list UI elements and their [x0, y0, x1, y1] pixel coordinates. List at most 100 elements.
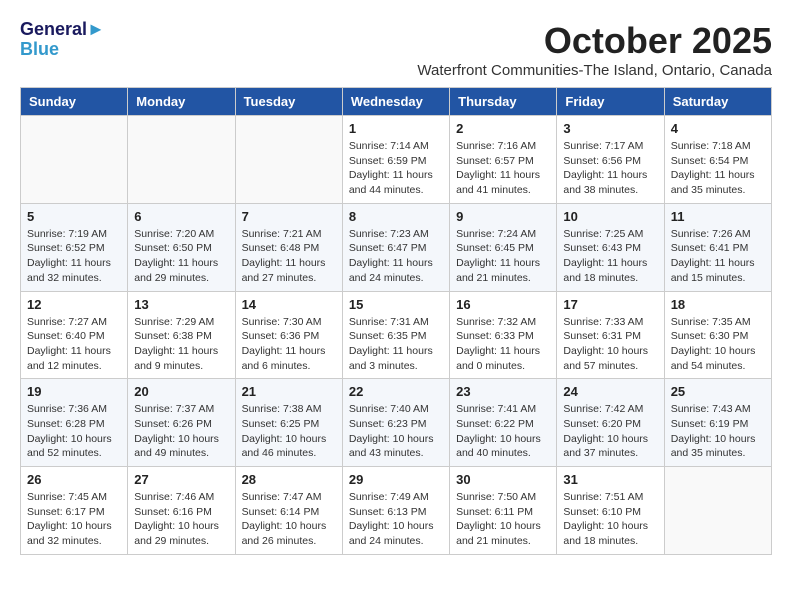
calendar-cell: 4 Sunrise: 7:18 AM Sunset: 6:54 PM Daylig… [664, 116, 771, 204]
day-number: 30 [456, 472, 550, 487]
day-number: 12 [27, 297, 121, 312]
calendar-cell: 8 Sunrise: 7:23 AM Sunset: 6:47 PM Daylig… [342, 203, 449, 291]
day-number: 24 [563, 384, 657, 399]
day-info: Sunrise: 7:41 AM Sunset: 6:22 PM Dayligh… [456, 402, 550, 461]
weekday-header-tuesday: Tuesday [235, 88, 342, 116]
day-info: Sunrise: 7:45 AM Sunset: 6:17 PM Dayligh… [27, 490, 121, 549]
day-info: Sunrise: 7:26 AM Sunset: 6:41 PM Dayligh… [671, 227, 765, 286]
day-number: 22 [349, 384, 443, 399]
calendar-cell: 28 Sunrise: 7:47 AM Sunset: 6:14 PM Dayli… [235, 467, 342, 555]
day-info: Sunrise: 7:42 AM Sunset: 6:20 PM Dayligh… [563, 402, 657, 461]
day-info: Sunrise: 7:49 AM Sunset: 6:13 PM Dayligh… [349, 490, 443, 549]
day-info: Sunrise: 7:24 AM Sunset: 6:45 PM Dayligh… [456, 227, 550, 286]
calendar-cell: 3 Sunrise: 7:17 AM Sunset: 6:56 PM Daylig… [557, 116, 664, 204]
day-number: 28 [242, 472, 336, 487]
week-row-5: 26 Sunrise: 7:45 AM Sunset: 6:17 PM Dayli… [21, 467, 772, 555]
day-info: Sunrise: 7:50 AM Sunset: 6:11 PM Dayligh… [456, 490, 550, 549]
day-number: 1 [349, 121, 443, 136]
day-number: 26 [27, 472, 121, 487]
logo-text: General► [20, 20, 105, 40]
day-number: 21 [242, 384, 336, 399]
day-number: 20 [134, 384, 228, 399]
calendar-cell: 2 Sunrise: 7:16 AM Sunset: 6:57 PM Daylig… [450, 116, 557, 204]
day-info: Sunrise: 7:36 AM Sunset: 6:28 PM Dayligh… [27, 402, 121, 461]
calendar-cell: 5 Sunrise: 7:19 AM Sunset: 6:52 PM Daylig… [21, 203, 128, 291]
day-number: 3 [563, 121, 657, 136]
calendar-cell: 6Sunrise: 7:20 AM Sunset: 6:50 PM Daylig… [128, 203, 235, 291]
calendar-cell: 18 Sunrise: 7:35 AM Sunset: 6:30 PM Dayli… [664, 291, 771, 379]
day-info: Sunrise: 7:17 AM Sunset: 6:56 PM Dayligh… [563, 139, 657, 198]
calendar-cell: 12 Sunrise: 7:27 AM Sunset: 6:40 PM Dayli… [21, 291, 128, 379]
day-info: Sunrise: 7:23 AM Sunset: 6:47 PM Dayligh… [349, 227, 443, 286]
day-info: Sunrise: 7:32 AM Sunset: 6:33 PM Dayligh… [456, 315, 550, 374]
calendar-cell: 22 Sunrise: 7:40 AM Sunset: 6:23 PM Dayli… [342, 379, 449, 467]
calendar-cell: 10 Sunrise: 7:25 AM Sunset: 6:43 PM Dayli… [557, 203, 664, 291]
page-header: General► Blue October 2025 Waterfront Co… [20, 20, 772, 79]
day-info: Sunrise: 7:33 AM Sunset: 6:31 PM Dayligh… [563, 315, 657, 374]
day-number: 19 [27, 384, 121, 399]
calendar-cell: 21 Sunrise: 7:38 AM Sunset: 6:25 PM Dayli… [235, 379, 342, 467]
calendar-cell: 27Sunrise: 7:46 AM Sunset: 6:16 PM Dayli… [128, 467, 235, 555]
day-number: 15 [349, 297, 443, 312]
day-number: 23 [456, 384, 550, 399]
calendar-cell: 31 Sunrise: 7:51 AM Sunset: 6:10 PM Dayli… [557, 467, 664, 555]
weekday-header-row: SundayMondayTuesdayWednesdayThursdayFrid… [21, 88, 772, 116]
day-info: Sunrise: 7:35 AM Sunset: 6:30 PM Dayligh… [671, 315, 765, 374]
calendar-cell: 11Sunrise: 7:26 AM Sunset: 6:41 PM Dayli… [664, 203, 771, 291]
day-info: Sunrise: 7:18 AM Sunset: 6:54 PM Dayligh… [671, 139, 765, 198]
calendar-cell: 17Sunrise: 7:33 AM Sunset: 6:31 PM Dayli… [557, 291, 664, 379]
day-info: Sunrise: 7:14 AM Sunset: 6:59 PM Dayligh… [349, 139, 443, 198]
calendar-cell: 19 Sunrise: 7:36 AM Sunset: 6:28 PM Dayli… [21, 379, 128, 467]
day-number: 29 [349, 472, 443, 487]
day-info: Sunrise: 7:16 AM Sunset: 6:57 PM Dayligh… [456, 139, 550, 198]
calendar-cell: 1 Sunrise: 7:14 AM Sunset: 6:59 PM Daylig… [342, 116, 449, 204]
day-info: Sunrise: 7:29 AM Sunset: 6:38 PM Dayligh… [134, 315, 228, 374]
weekday-header-saturday: Saturday [664, 88, 771, 116]
location-subtitle: Waterfront Communities-The Island, Ontar… [417, 62, 772, 79]
day-number: 7 [242, 209, 336, 224]
day-number: 18 [671, 297, 765, 312]
month-title: October 2025 [417, 20, 772, 62]
weekday-header-thursday: Thursday [450, 88, 557, 116]
day-info: Sunrise: 7:47 AM Sunset: 6:14 PM Dayligh… [242, 490, 336, 549]
calendar-cell [664, 467, 771, 555]
day-info: Sunrise: 7:21 AM Sunset: 6:48 PM Dayligh… [242, 227, 336, 286]
day-info: Sunrise: 7:30 AM Sunset: 6:36 PM Dayligh… [242, 315, 336, 374]
weekday-header-sunday: Sunday [21, 88, 128, 116]
day-info: Sunrise: 7:51 AM Sunset: 6:10 PM Dayligh… [563, 490, 657, 549]
weekday-header-monday: Monday [128, 88, 235, 116]
day-number: 4 [671, 121, 765, 136]
day-number: 16 [456, 297, 550, 312]
week-row-2: 5 Sunrise: 7:19 AM Sunset: 6:52 PM Daylig… [21, 203, 772, 291]
calendar-cell [235, 116, 342, 204]
day-number: 6 [134, 209, 228, 224]
day-info: Sunrise: 7:19 AM Sunset: 6:52 PM Dayligh… [27, 227, 121, 286]
calendar-cell: 15Sunrise: 7:31 AM Sunset: 6:35 PM Dayli… [342, 291, 449, 379]
calendar-cell [21, 116, 128, 204]
day-info: Sunrise: 7:38 AM Sunset: 6:25 PM Dayligh… [242, 402, 336, 461]
day-number: 10 [563, 209, 657, 224]
day-number: 2 [456, 121, 550, 136]
day-number: 5 [27, 209, 121, 224]
week-row-1: 1 Sunrise: 7:14 AM Sunset: 6:59 PM Daylig… [21, 116, 772, 204]
day-number: 13 [134, 297, 228, 312]
day-info: Sunrise: 7:43 AM Sunset: 6:19 PM Dayligh… [671, 402, 765, 461]
day-info: Sunrise: 7:25 AM Sunset: 6:43 PM Dayligh… [563, 227, 657, 286]
calendar-cell: 16 Sunrise: 7:32 AM Sunset: 6:33 PM Dayli… [450, 291, 557, 379]
day-info: Sunrise: 7:27 AM Sunset: 6:40 PM Dayligh… [27, 315, 121, 374]
day-number: 31 [563, 472, 657, 487]
calendar-cell: 29 Sunrise: 7:49 AM Sunset: 6:13 PM Dayli… [342, 467, 449, 555]
logo: General► Blue [20, 20, 105, 60]
day-number: 8 [349, 209, 443, 224]
day-number: 25 [671, 384, 765, 399]
weekday-header-wednesday: Wednesday [342, 88, 449, 116]
logo-text2: Blue [20, 40, 105, 60]
calendar-table: SundayMondayTuesdayWednesdayThursdayFrid… [20, 87, 772, 555]
calendar-cell: 26 Sunrise: 7:45 AM Sunset: 6:17 PM Dayli… [21, 467, 128, 555]
calendar-cell: 20Sunrise: 7:37 AM Sunset: 6:26 PM Dayli… [128, 379, 235, 467]
calendar-cell: 13 Sunrise: 7:29 AM Sunset: 6:38 PM Dayli… [128, 291, 235, 379]
calendar-cell: 24 Sunrise: 7:42 AM Sunset: 6:20 PM Dayli… [557, 379, 664, 467]
title-block: October 2025 Waterfront Communities-The … [417, 20, 772, 79]
day-info: Sunrise: 7:40 AM Sunset: 6:23 PM Dayligh… [349, 402, 443, 461]
calendar-cell: 9Sunrise: 7:24 AM Sunset: 6:45 PM Daylig… [450, 203, 557, 291]
